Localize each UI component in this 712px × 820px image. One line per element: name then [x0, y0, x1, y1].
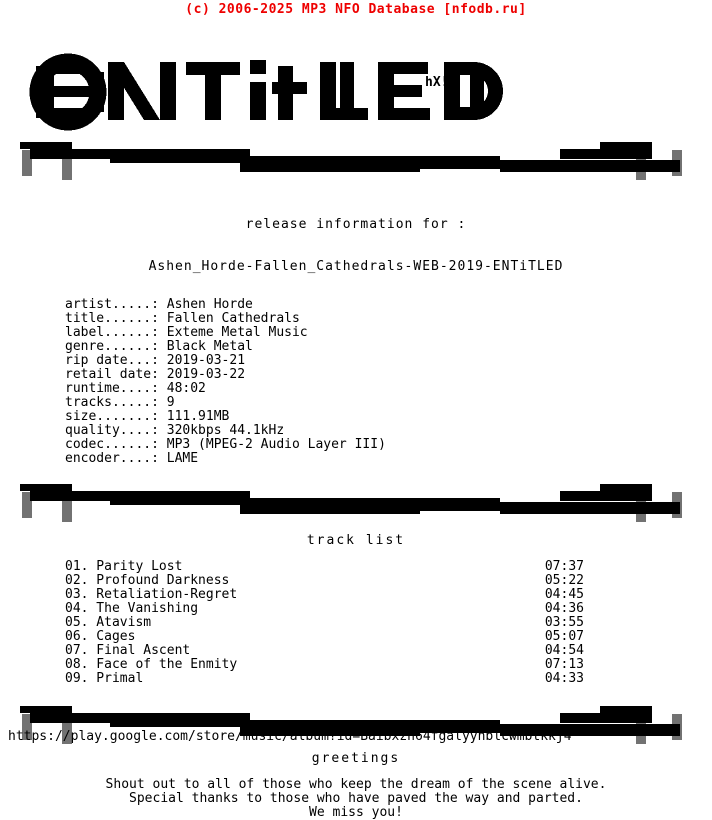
track-number: 07.: [65, 643, 89, 658]
info-row-label: title......:: [65, 311, 159, 326]
track-number: 09.: [65, 671, 89, 686]
track-title: The Vanishing: [88, 601, 199, 616]
info-row-value: Exteme Metal Music: [158, 325, 308, 340]
track-label: 05. Atavism: [65, 616, 151, 630]
track-duration: 04:54: [544, 643, 584, 658]
track-row: 02. Profound Darkness 05:22: [65, 574, 584, 588]
track-row: 08. Face of the Enmity 07:13: [65, 658, 584, 672]
track-duration: 04:45: [544, 587, 584, 602]
tracklist-heading: track list: [306, 533, 406, 548]
info-row-value: Black Metal: [158, 339, 253, 354]
greeting-line: Shout out to all of those who keep the d…: [105, 777, 607, 792]
info-row: quality....: 320kbps 44.1kHz: [65, 424, 712, 438]
info-row-label: artist.....:: [65, 297, 159, 312]
info-row-value: 111.91MB: [158, 409, 230, 424]
entitled-logo-art: [29, 53, 503, 131]
track-row: 09. Primal 04:33: [65, 672, 584, 686]
track-duration: 04:36: [544, 601, 584, 616]
info-row-value: 2019-03-22: [158, 367, 246, 382]
track-title: Cages: [88, 629, 136, 644]
info-row-value: MP3 (MPEG-2 Audio Layer III): [158, 437, 386, 452]
info-row: codec......: MP3 (MPEG-2 Audio Layer III…: [65, 438, 712, 452]
track-title: Atavism: [88, 615, 152, 630]
release-header: release information for : Ashen_Horde-Fa…: [0, 190, 712, 288]
info-row: runtime....: 48:02: [65, 382, 712, 396]
info-row: rip date...: 2019-03-21: [65, 354, 712, 368]
greetings-text: Shout out to all of those who keep the d…: [0, 778, 712, 820]
info-row: title......: Fallen Cathedrals: [65, 312, 712, 326]
track-row: 06. Cages 05:07: [65, 630, 584, 644]
info-row-label: size.......:: [65, 409, 159, 424]
info-row-label: tracks.....:: [65, 395, 159, 410]
track-label: 01. Parity Lost: [65, 560, 182, 574]
store-url[interactable]: https://play.google.com/store/music/albu…: [8, 729, 572, 744]
track-duration: 04:33: [544, 671, 584, 686]
track-label: 06. Cages: [65, 630, 135, 644]
info-row-value: Ashen Horde: [158, 297, 253, 312]
info-row: encoder....: LAME: [65, 452, 712, 466]
track-duration: 05:22: [544, 573, 584, 588]
greetings-heading: greetings: [311, 751, 401, 766]
info-row: artist.....: Ashen Horde: [65, 298, 712, 312]
track-duration: 07:37: [544, 559, 584, 574]
info-row: tracks.....: 9: [65, 396, 712, 410]
track-title: Parity Lost: [88, 559, 183, 574]
track-number: 03.: [65, 587, 89, 602]
info-row-value: 320kbps 44.1kHz: [158, 423, 285, 438]
track-row: 03. Retaliation-Regret 04:45: [65, 588, 584, 602]
track-title: Retaliation-Regret: [88, 587, 238, 602]
track-number: 01.: [65, 559, 89, 574]
track-number: 08.: [65, 657, 89, 672]
track-number: 02.: [65, 573, 89, 588]
track-number: 06.: [65, 629, 89, 644]
info-row-value: 2019-03-21: [158, 353, 246, 368]
greeting-line: Special thanks to those who have paved t…: [129, 791, 583, 806]
info-row-label: quality....:: [65, 423, 159, 438]
info-row-value: 9: [158, 395, 175, 410]
track-row: 01. Parity Lost 07:37: [65, 560, 584, 574]
track-label: 02. Profound Darkness: [65, 574, 229, 588]
track-row: 04. The Vanishing 04:36: [65, 602, 584, 616]
info-row-label: retail date:: [65, 367, 159, 382]
info-row-label: rip date...:: [65, 353, 159, 368]
info-row-value: 48:02: [158, 381, 206, 396]
info-row: retail date: 2019-03-22: [65, 368, 712, 382]
track-row: 07. Final Ascent 04:54: [65, 644, 584, 658]
info-row-label: codec......:: [65, 437, 159, 452]
info-row: label......: Exteme Metal Music: [65, 326, 712, 340]
info-row-value: Fallen Cathedrals: [158, 311, 300, 326]
group-logo: hX!: [0, 20, 712, 138]
info-row-label: label......:: [65, 325, 159, 340]
info-row-label: runtime....:: [65, 381, 159, 396]
track-duration: 03:55: [544, 615, 584, 630]
release-info-heading: release information for :: [245, 217, 467, 232]
release-dirname: Ashen_Horde-Fallen_Cathedrals-WEB-2019-E…: [148, 259, 564, 274]
info-row-label: encoder....:: [65, 451, 159, 466]
track-label: 03. Retaliation-Regret: [65, 588, 237, 602]
track-label: 04. The Vanishing: [65, 602, 198, 616]
track-label: 07. Final Ascent: [65, 644, 190, 658]
track-label: 08. Face of the Enmity: [65, 658, 237, 672]
release-info-table: artist.....: Ashen Horde title......: Fal…: [0, 298, 712, 466]
track-title: Primal: [88, 671, 144, 686]
track-number: 05.: [65, 615, 89, 630]
info-row-value: LAME: [158, 451, 199, 466]
section-divider-tracklist: [20, 484, 682, 522]
track-row: 05. Atavism 03:55: [65, 616, 584, 630]
track-number: 04.: [65, 601, 89, 616]
track-title: Face of the Enmity: [88, 657, 238, 672]
info-row: size.......: 111.91MB: [65, 410, 712, 424]
track-duration: 07:13: [544, 657, 584, 672]
artist-signature: hX!: [425, 75, 449, 90]
track-title: Profound Darkness: [88, 573, 230, 588]
section-divider-top: [20, 142, 682, 180]
greeting-line: We miss you!: [309, 805, 403, 820]
info-row: genre......: Black Metal: [65, 340, 712, 354]
info-row-label: genre......:: [65, 339, 159, 354]
tracklist-table: 01. Parity Lost 07:37 02. Profound Darknes…: [0, 560, 712, 686]
track-duration: 05:07: [544, 629, 584, 644]
track-label: 09. Primal: [65, 672, 143, 686]
track-title: Final Ascent: [88, 643, 191, 658]
nfodb-copyright-banner: (c) 2006-2025 MP3 NFO Database [nfodb.ru…: [185, 2, 527, 17]
